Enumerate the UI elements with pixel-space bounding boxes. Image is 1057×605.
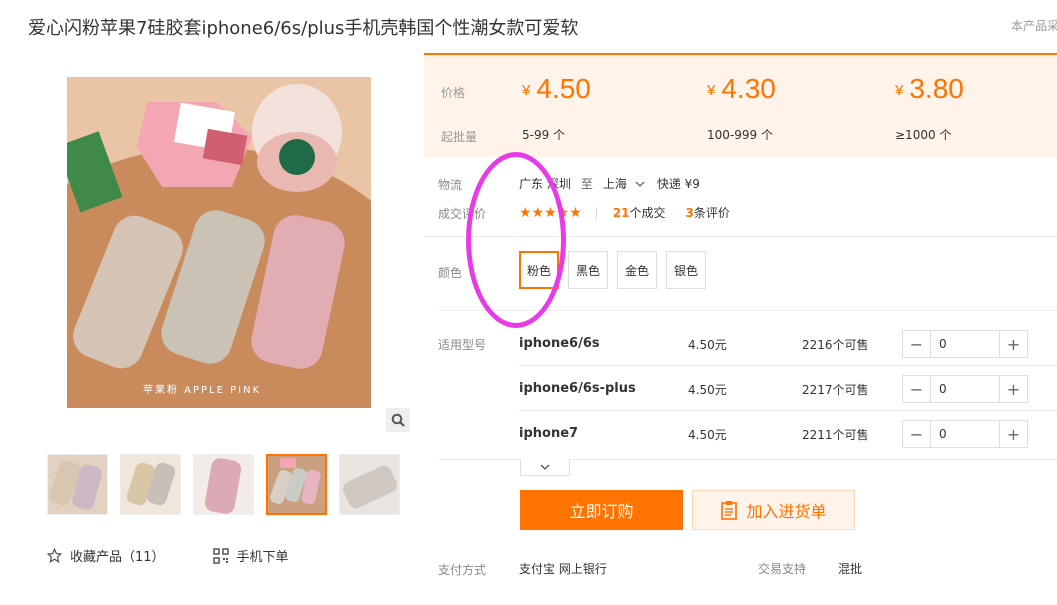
models-label: 适用型号 xyxy=(438,338,487,352)
minus-button[interactable]: − xyxy=(903,331,930,357)
mobile-order-label: 手机下单 xyxy=(236,550,289,565)
logistics-info: 广东 深圳 至 上海 快递 ¥9 xyxy=(519,175,700,192)
price-label: 价格 xyxy=(441,86,466,100)
sku-row: iphone7 4.50元 2211个可售 − 0 + xyxy=(519,420,1057,471)
sku-name: iphone6/6s xyxy=(519,336,600,351)
color-label: 颜色 xyxy=(438,266,463,280)
plus-button[interactable]: + xyxy=(1000,421,1027,447)
minus-button[interactable]: − xyxy=(903,376,930,402)
plus-button[interactable]: + xyxy=(1000,376,1027,402)
clipboard-icon xyxy=(721,501,738,520)
quantity-input[interactable]: 0 xyxy=(930,421,1000,447)
trade-support-value: 混批 xyxy=(838,562,863,576)
to-word: 至 xyxy=(580,177,593,191)
thumbnail-4[interactable] xyxy=(266,454,327,515)
sku-price: 4.50元 xyxy=(688,428,727,442)
add-to-cart-label: 加入进货单 xyxy=(746,502,827,521)
quantity-stepper: − 0 + xyxy=(902,375,1028,403)
price-tier-1: ¥4.50 xyxy=(522,73,591,104)
trade-support-label: 交易支持 xyxy=(758,562,807,576)
quantity-input[interactable]: 0 xyxy=(930,331,1000,357)
section-divider xyxy=(424,236,1057,237)
price-tier-3: ¥3.80 xyxy=(895,73,964,104)
search-icon xyxy=(391,413,405,427)
rating-stars: ★★★★★ xyxy=(519,204,582,221)
zoom-button[interactable] xyxy=(386,408,410,432)
divider xyxy=(595,206,597,219)
row-divider xyxy=(519,410,1057,411)
main-product-image[interactable]: 苹果粉 APPLE PINK xyxy=(67,77,371,408)
minus-button[interactable]: − xyxy=(903,421,930,447)
price-box: 价格 起批量 ¥4.50 ¥4.30 ¥3.80 5-99 个 100-999 … xyxy=(424,53,1057,157)
deal-info: ★★★★★ 21 个成交 3 条评价 xyxy=(519,204,730,221)
chevron-down-icon xyxy=(540,464,550,470)
qty-range-2: 100-999 个 xyxy=(707,128,773,142)
left-actions: 收藏产品（11） 手机下单 xyxy=(47,546,337,565)
deals-unit: 个成交 xyxy=(629,206,666,220)
qty-range-3: ≥1000 个 xyxy=(895,128,952,142)
sku-stock: 2217个可售 xyxy=(802,383,869,397)
row-divider xyxy=(519,365,1057,366)
favorite-button[interactable]: 收藏产品（11） xyxy=(47,546,165,565)
deal-label: 成交评价 xyxy=(438,207,487,221)
expand-models-button[interactable] xyxy=(520,459,570,476)
color-option-silver[interactable]: 银色 xyxy=(666,251,707,289)
qr-code-icon xyxy=(212,547,229,564)
color-option-gold[interactable]: 金色 xyxy=(617,251,658,289)
quantity-stepper: − 0 + xyxy=(902,330,1028,358)
thumbnail-5[interactable] xyxy=(339,454,400,515)
image-caption: 苹果粉 APPLE PINK xyxy=(143,385,262,396)
quantity-stepper: − 0 + xyxy=(902,420,1028,448)
logistics-label: 物流 xyxy=(438,178,463,192)
shipping-fee: 快递 ¥9 xyxy=(656,177,700,191)
sku-price: 4.50元 xyxy=(688,383,727,397)
sku-price: 4.50元 xyxy=(688,338,727,352)
sku-stock: 2216个可售 xyxy=(802,338,869,352)
section-divider xyxy=(438,310,1057,311)
sku-name: iphone6/6s-plus xyxy=(519,381,636,396)
payment-label: 支付方式 xyxy=(438,563,487,577)
reviews-unit: 条评价 xyxy=(693,206,730,220)
product-title: 爱心闪粉苹果7硅胶套iphone6/6s/plus手机壳韩国个性潮女款可爱软 xyxy=(28,18,579,39)
thumbnail-1[interactable] xyxy=(47,454,108,515)
payment-methods: 支付宝 网上银行 xyxy=(519,562,607,576)
star-outline-icon xyxy=(47,548,62,563)
color-options: 粉色 黑色 金色 银色 xyxy=(519,251,715,289)
favorite-label: 收藏产品（11） xyxy=(70,550,165,565)
order-now-button[interactable]: 立即订购 xyxy=(520,490,683,530)
sku-name: iphone7 xyxy=(519,426,579,441)
mobile-order-button[interactable]: 手机下单 xyxy=(212,546,289,565)
color-option-pink[interactable]: 粉色 xyxy=(519,251,560,289)
product-title-note: 本产品采 xyxy=(1011,19,1057,33)
chevron-down-icon[interactable] xyxy=(635,179,645,189)
qty-range-1: 5-99 个 xyxy=(522,128,566,142)
color-option-black[interactable]: 黑色 xyxy=(568,251,609,289)
thumbnail-3[interactable] xyxy=(193,454,254,515)
ship-from: 广东 深圳 xyxy=(519,177,571,191)
thumbnail-2[interactable] xyxy=(120,454,181,515)
deals-count[interactable]: 21 xyxy=(613,206,630,220)
price-tier-2: ¥4.30 xyxy=(707,73,776,104)
ship-destination-select[interactable]: 上海 xyxy=(603,175,627,192)
add-to-cart-button[interactable]: 加入进货单 xyxy=(692,490,855,530)
quantity-input[interactable]: 0 xyxy=(930,376,1000,402)
thumbnail-strip xyxy=(47,454,400,515)
min-qty-label: 起批量 xyxy=(441,130,478,144)
plus-button[interactable]: + xyxy=(1000,331,1027,357)
sku-stock: 2211个可售 xyxy=(802,428,869,442)
reviews-count[interactable]: 3 xyxy=(685,206,693,220)
